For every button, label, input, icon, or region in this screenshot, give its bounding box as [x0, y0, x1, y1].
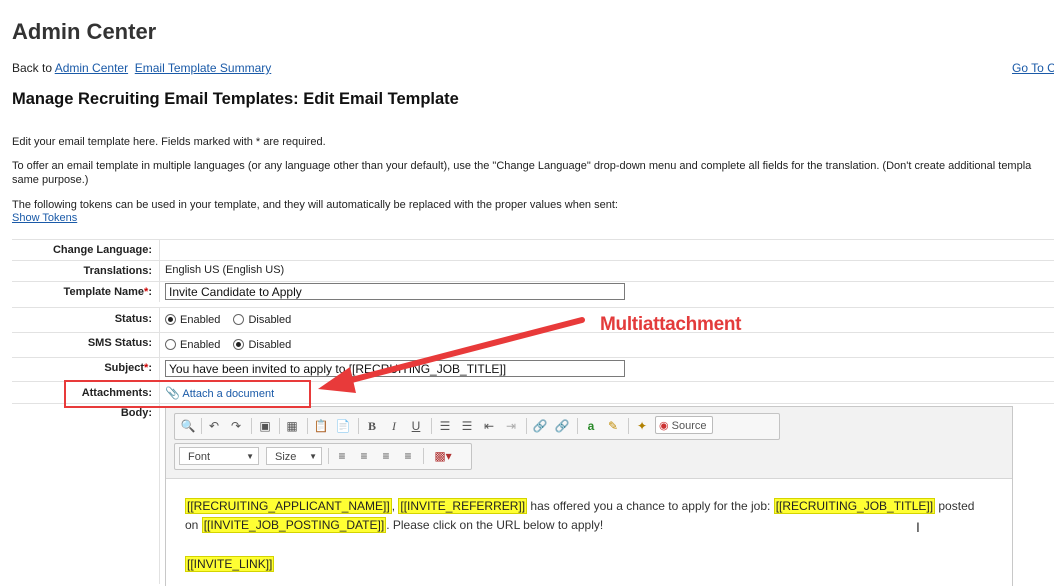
token-invite-referrer: [[INVITE_REFERRER]] — [398, 498, 528, 514]
token-job-title: [[RECRUITING_JOB_TITLE]] — [773, 498, 936, 514]
sms-status-label: SMS Status: — [87, 337, 152, 349]
spellcheck-icon[interactable]: a — [582, 417, 600, 435]
editor-toolbar-row2: Font ▼ Size ▼ ≡ ≡ ≡ ≡ ▩▾ — [174, 443, 472, 470]
multilanguage-note: To offer an email template in multiple l… — [12, 160, 1032, 186]
text-cursor-icon: I — [916, 519, 920, 535]
email-template-summary-link[interactable]: Email Template Summary — [135, 61, 272, 75]
annotation-arrow — [318, 317, 585, 393]
sms-enabled-label: Enabled — [180, 339, 221, 351]
size-select-label: Size — [275, 451, 297, 463]
required-note: Edit your email template here. Fields ma… — [12, 136, 326, 148]
status-enabled-radio[interactable] — [165, 314, 176, 325]
translations-row: Translations: English US (English US) — [12, 260, 1054, 281]
justify-icon[interactable]: ≡ — [399, 447, 417, 465]
align-center-icon[interactable]: ≡ — [355, 447, 373, 465]
editor-content[interactable]: [[RECRUITING_APPLICANT_NAME]], [[INVITE_… — [166, 478, 1012, 586]
translations-label: Translations: — [83, 265, 152, 277]
unlink-icon[interactable]: 🔗 — [553, 417, 571, 435]
tokens-note: The following tokens can be used in your… — [12, 199, 618, 211]
admin-center-link[interactable]: Admin Center — [55, 61, 128, 75]
page-title: Admin Center — [12, 19, 157, 44]
template-name-row: Template Name*: Invite Candidate to Appl… — [12, 281, 1054, 302]
source-button-label: Source — [671, 420, 707, 432]
sms-disabled-radio[interactable] — [233, 339, 245, 350]
template-name-label: Template Name*: — [63, 286, 152, 298]
annotation-highlight-box — [64, 380, 311, 408]
status-enabled-label: Enabled — [180, 314, 221, 326]
show-tokens-link[interactable]: Show Tokens — [12, 212, 77, 224]
status-disabled-label: Disabled — [248, 314, 292, 326]
sms-disabled-label: Disabled — [248, 339, 292, 351]
status-label: Status: — [114, 313, 152, 325]
align-right-icon[interactable]: ≡ — [377, 447, 395, 465]
annotation-label: Multiattachment — [600, 314, 742, 335]
preview-icon[interactable]: 🔍 — [179, 417, 197, 435]
source-button[interactable]: ◉ Source — [655, 416, 713, 434]
sms-enabled-radio[interactable] — [165, 339, 176, 350]
undo-icon[interactable]: ↶ — [205, 417, 223, 435]
size-select[interactable]: Size ▼ — [266, 447, 322, 465]
link-icon[interactable]: 🔗 — [531, 417, 549, 435]
bold-icon[interactable]: B — [363, 417, 381, 435]
token-posting-date: [[INVITE_JOB_POSTING_DATE]] — [201, 517, 387, 533]
subject-label: Subject*: — [104, 362, 152, 374]
templates-icon[interactable]: ✦ — [633, 417, 651, 435]
translations-value: English US (English US) — [165, 264, 285, 276]
bullet-list-icon[interactable]: ☰ — [458, 417, 476, 435]
paste-word-icon[interactable]: 📄 — [334, 417, 352, 435]
body-line-2: on [[INVITE_JOB_POSTING_DATE]]. Please c… — [185, 517, 604, 533]
body-label: Body: — [120, 407, 152, 419]
outdent-icon[interactable]: ⇤ — [480, 417, 498, 435]
back-prefix: Back to — [12, 61, 53, 75]
align-left-icon[interactable]: ≡ — [333, 447, 351, 465]
body-line-1: [[RECRUITING_APPLICANT_NAME]], [[INVITE_… — [185, 498, 975, 514]
table-icon[interactable]: ▦ — [283, 417, 301, 435]
status-disabled-radio[interactable] — [233, 314, 245, 325]
chevron-down-icon: ▼ — [246, 452, 254, 461]
italic-icon[interactable]: I — [385, 417, 403, 435]
font-select[interactable]: Font ▼ — [179, 447, 259, 465]
go-to-link[interactable]: Go To C — [1012, 61, 1054, 75]
section-title: Manage Recruiting Email Templates: Edit … — [12, 90, 459, 108]
rich-text-editor: 🔍 ↶ ↷ ▣ ▦ 📋 📄 B I U ☰ ☰ ⇤ ⇥ 🔗 🔗 a ✎ ✦ ◉ … — [165, 406, 1013, 586]
source-icon: ◉ — [659, 420, 669, 432]
chevron-down-icon: ▼ — [309, 452, 317, 461]
indent-icon[interactable]: ⇥ — [502, 417, 520, 435]
body-line-3: [[INVITE_LINK]] — [185, 556, 275, 572]
token-applicant-name: [[RECRUITING_APPLICANT_NAME]] — [185, 498, 392, 514]
change-language-row: Change Language: — [12, 239, 1054, 260]
change-language-label: Change Language: — [52, 244, 152, 256]
token-invite-link: [[INVITE_LINK]] — [185, 556, 275, 572]
underline-icon[interactable]: U — [407, 417, 425, 435]
image-icon[interactable]: ▣ — [256, 417, 274, 435]
editor-toolbar-row1: 🔍 ↶ ↷ ▣ ▦ 📋 📄 B I U ☰ ☰ ⇤ ⇥ 🔗 🔗 a ✎ ✦ ◉ … — [174, 413, 780, 440]
numbered-list-icon[interactable]: ☰ — [436, 417, 454, 435]
breadcrumb: Back to Admin Center Email Template Summ… — [12, 61, 271, 75]
text-color-icon[interactable]: ▩▾ — [427, 447, 459, 465]
paste-text-icon[interactable]: 📋 — [312, 417, 330, 435]
redo-icon[interactable]: ↷ — [227, 417, 245, 435]
font-select-label: Font — [188, 451, 211, 463]
highlight-icon[interactable]: ✎ — [604, 417, 622, 435]
template-name-input[interactable]: Invite Candidate to Apply — [165, 283, 625, 300]
